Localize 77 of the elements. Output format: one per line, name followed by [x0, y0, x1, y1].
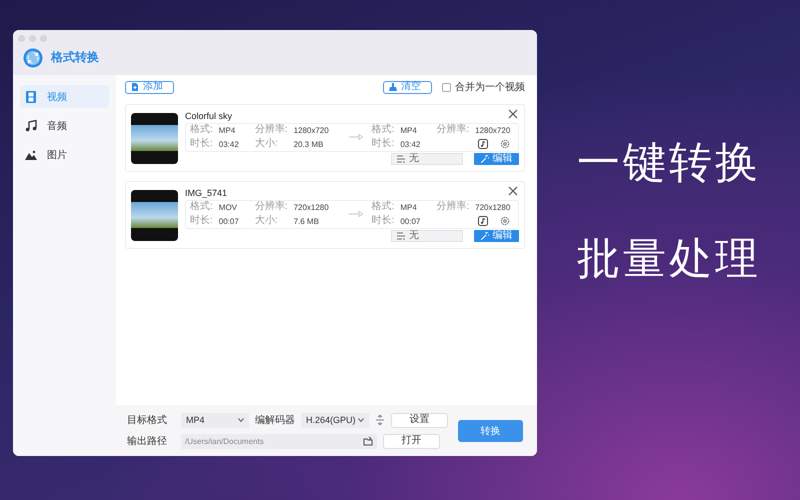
duration-label: 时长:	[190, 138, 213, 150]
arrow-icon	[348, 211, 363, 218]
sidebar-item[interactable]: 视频	[20, 85, 109, 108]
resolution-label: 分辨率:	[254, 124, 288, 136]
format-label: 格式:	[190, 124, 213, 136]
size-value: 20.3 MB	[294, 140, 324, 149]
convert-button[interactable]: 转换	[458, 420, 523, 442]
subtitle-dropdown[interactable]: 无	[391, 153, 463, 165]
codec-dropdown[interactable]: H.264(GPU)	[301, 412, 369, 428]
film-icon	[25, 90, 37, 102]
folder-icon[interactable]	[363, 436, 373, 446]
edit-button[interactable]: 编辑	[474, 153, 519, 165]
sidebar-item[interactable]: 图片	[20, 143, 109, 166]
sidebar-item[interactable]: 音频	[20, 114, 109, 137]
promo-text: 一键转换	[577, 138, 761, 189]
add-button[interactable]: 添加	[125, 80, 174, 94]
target-format-label: 目标格式	[127, 414, 168, 427]
merge-label: 合并为一个视频	[455, 80, 525, 94]
clear-button[interactable]: 清空	[383, 80, 432, 94]
magic-wand-icon	[480, 155, 488, 163]
close-icon[interactable]	[508, 109, 518, 119]
duration-label: 时长:	[372, 215, 394, 228]
subtitle-icon	[397, 232, 405, 240]
promo-text: 批量处理	[577, 234, 761, 285]
subtitle-icon	[397, 155, 405, 163]
format-label: 格式:	[190, 201, 213, 214]
codec-label: 编解码器	[255, 414, 295, 427]
output-path-label: 输出路径	[127, 434, 168, 448]
resolution-label: 分辨率:	[436, 201, 470, 214]
open-button[interactable]: 打开	[383, 434, 440, 448]
edit-button[interactable]: 编辑	[474, 230, 519, 242]
photo-placeholder	[131, 112, 178, 164]
chevron-down-icon	[238, 418, 244, 422]
format-label: 格式:	[372, 201, 394, 214]
settings-button[interactable]: 设置	[391, 412, 448, 428]
format-value: MP4	[400, 126, 418, 135]
settings-icon[interactable]	[500, 139, 510, 150]
settings-icon[interactable]	[500, 216, 510, 226]
resolution-value: 720x1280	[475, 202, 510, 212]
photo-placeholder	[131, 190, 178, 240]
close-icon[interactable]	[508, 186, 518, 196]
magic-wand-icon	[480, 232, 488, 240]
music-note-icon	[25, 120, 37, 132]
split-icon[interactable]	[375, 415, 385, 425]
music-note-icon[interactable]	[478, 216, 488, 226]
broom-icon	[389, 83, 397, 91]
app-logo-icon	[23, 48, 43, 68]
resolution-value: 720x1280	[294, 202, 330, 212]
music-note-icon[interactable]	[478, 139, 488, 150]
duration-value: 03:42	[400, 140, 422, 149]
window-title: 格式转换	[51, 49, 99, 66]
chevron-down-icon	[358, 418, 364, 422]
resolution-label: 分辨率:	[254, 201, 288, 214]
format-value: MP4	[218, 126, 236, 135]
mountain-icon	[25, 148, 37, 160]
resolution-label: 分辨率:	[436, 124, 470, 136]
output-path-field[interactable]: /Users/ian/Documents	[181, 434, 377, 448]
resolution-value: 1280x720	[475, 126, 510, 135]
file-name: Colorful sky	[185, 111, 232, 122]
file-plus-icon	[131, 83, 139, 91]
format-value: MOV	[218, 202, 238, 212]
size-label: 大小:	[254, 138, 279, 150]
format-dropdown[interactable]: MP4	[181, 412, 249, 428]
size-label: 大小:	[254, 215, 279, 228]
resolution-value: 1280x720	[294, 126, 330, 135]
file-name: IMG_5741	[185, 188, 228, 199]
duration-value: 00:07	[218, 216, 240, 226]
duration-value: 00:07	[400, 216, 422, 226]
duration-label: 时长:	[190, 215, 213, 228]
subtitle-dropdown[interactable]: 无	[391, 230, 463, 242]
duration-value: 03:42	[218, 140, 240, 149]
duration-label: 时长:	[372, 138, 394, 150]
arrow-icon	[348, 134, 363, 140]
merge-checkbox[interactable]	[442, 82, 451, 92]
format-value: MP4	[400, 202, 418, 212]
size-value: 7.6 MB	[294, 216, 320, 226]
format-label: 格式:	[372, 124, 394, 136]
